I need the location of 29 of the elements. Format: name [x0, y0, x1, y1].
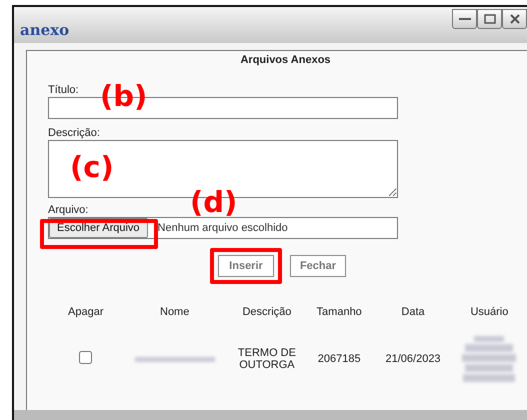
column-header: Tamanho: [316, 306, 363, 320]
annotation-label: (d): [190, 188, 238, 217]
minimize-button[interactable]: [452, 9, 477, 29]
column-header: Apagar: [67, 306, 105, 320]
annotation-label: (b): [100, 82, 148, 111]
table-cell: 21/06/2023: [386, 353, 441, 365]
highlight-frame: [210, 248, 282, 284]
column-header: Usuário: [469, 306, 510, 320]
annotation-label: (c): [70, 153, 114, 182]
maximize-button[interactable]: [477, 9, 502, 29]
close-icon: [510, 14, 520, 24]
close-button[interactable]: [502, 9, 527, 29]
column-header: Nome: [159, 306, 190, 320]
delete-checkbox[interactable]: [79, 351, 92, 364]
field-label: Descrição:: [48, 127, 100, 139]
field-label: Arquivo:: [48, 204, 88, 216]
action-button[interactable]: Fechar: [290, 255, 346, 277]
minimize-icon: [458, 17, 470, 21]
column-header: Data: [400, 306, 426, 320]
action-button[interactable]: Inserir: [218, 255, 274, 277]
table-cell: 2067185: [318, 353, 361, 365]
form-heading: Arquivos Anexos: [239, 54, 332, 66]
field-label: Título:: [48, 84, 79, 96]
maximize-icon: [484, 14, 496, 24]
window-title: anexo: [20, 21, 70, 39]
file-status: Nenhum arquivo escolhido: [158, 222, 288, 234]
table-cell: TERMO DE OUTORGA: [238, 347, 296, 371]
file-input[interactable]: Escolher Arquivo Nenhum arquivo escolhido: [48, 217, 398, 239]
column-header: Descrição: [241, 306, 292, 320]
